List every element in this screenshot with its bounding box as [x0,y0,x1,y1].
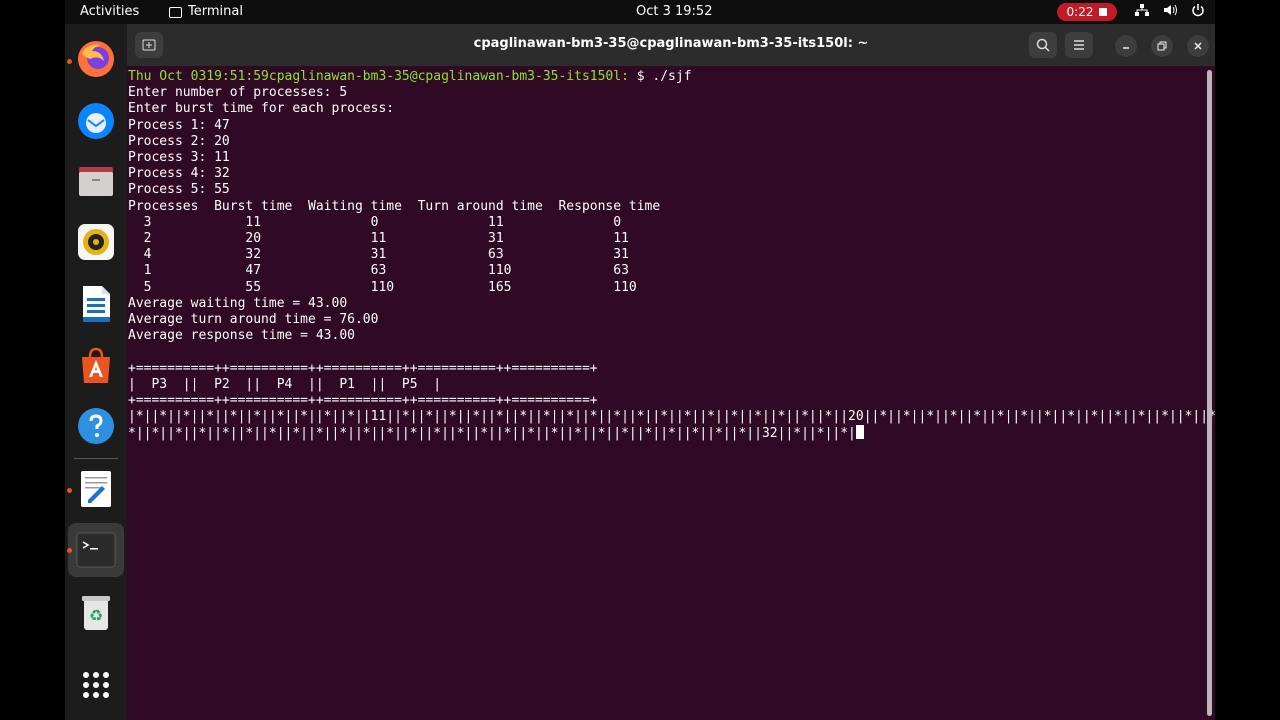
scrollbar[interactable] [1207,70,1212,716]
terminal-small-icon [169,7,182,18]
output-line: Enter burst time for each process: [128,101,395,117]
help-icon[interactable] [75,405,117,447]
blank-line: ​ [128,344,1215,360]
trash-icon[interactable]: ♻ [75,591,117,633]
libreoffice-writer-icon[interactable] [75,283,117,325]
maximize-button[interactable] [1151,35,1173,57]
desktop: Activities Terminal Oct 3 19:52 0:22 ♻ c… [65,0,1215,720]
table-row: 2 20 11 31 11 [128,231,629,247]
stop-icon [1099,8,1108,16]
close-button[interactable] [1187,35,1209,57]
app-menu-label: Terminal [188,4,243,19]
gantt-timeline-wrap: *||*||*||*||*||*||*||*||*||*||*||*||*||*… [128,425,1215,442]
typed-command: $ ./sjf [636,69,692,84]
dock: ♻ [65,24,127,720]
svg-text:♻: ♻ [89,606,103,625]
running-indicator [67,488,72,493]
average-waiting-time: Average waiting time = 43.00 [128,295,348,311]
minimize-button[interactable] [1115,35,1137,57]
header-bar: cpaglinawan-bm3-35@cpaglinawan-bm3-35-it… [127,24,1215,66]
output-line: Process 1: 47 [128,117,230,133]
thunderbird-icon[interactable] [75,100,117,142]
terminal-output[interactable]: Thu Oct 0319:51:59cpaglinawan-bm3-35@cpa… [128,69,1215,443]
gantt-border: +==========++==========++==========++===… [128,360,598,376]
terminal-icon[interactable] [75,529,117,571]
search-icon [1036,38,1050,52]
average-turnaround-time: Average turn around time = 76.00 [128,312,379,328]
files-icon[interactable] [75,160,117,202]
table-header: Processes Burst time Waiting time Turn a… [128,198,661,214]
recording-indicator[interactable]: 0:22 [1057,3,1117,21]
gantt-timeline: |*||*||*||*||*||*||*||*||*||*||11||*||*|… [128,409,1215,425]
power-icon [1191,3,1205,17]
text-cursor [855,425,864,440]
restore-icon [1157,41,1167,51]
activities-button[interactable]: Activities [80,4,139,19]
shell-prompt: Thu Oct 0319:51:59cpaglinawan-bm3-35@cpa… [128,69,629,84]
rhythmbox-icon[interactable] [75,221,117,263]
running-indicator [67,548,72,553]
text-editor-icon[interactable] [75,468,117,510]
terminal-window: cpaglinawan-bm3-35@cpaglinawan-bm3-35-it… [127,24,1215,720]
output-line: Process 3: 11 [128,150,230,166]
table-row: 1 47 63 110 63 [128,263,629,279]
top-bar: Activities Terminal Oct 3 19:52 0:22 [65,0,1215,24]
search-button[interactable] [1029,32,1057,58]
volume-icon [1163,3,1177,17]
minimize-icon [1123,47,1129,49]
running-indicator [67,59,72,64]
menu-button[interactable] [1065,32,1093,58]
hamburger-icon [1074,40,1084,50]
clock[interactable]: Oct 3 19:52 [636,4,712,19]
system-tray[interactable] [1135,3,1205,17]
average-response-time: Average response time = 43.00 [128,328,355,344]
output-line: Process 4: 32 [128,166,230,182]
show-apps-icon[interactable] [75,664,117,706]
firefox-icon[interactable] [75,38,117,80]
app-menu[interactable]: Terminal [169,4,243,19]
gantt-border: +==========++==========++==========++===… [128,393,598,409]
dock-separator [74,458,118,459]
output-line: Enter number of processes: 5 [128,85,348,101]
table-row: 3 11 0 11 0 [128,214,622,230]
close-icon [1194,42,1202,50]
command-line: Thu Oct 0319:51:59cpaglinawan-bm3-35@cpa… [128,69,1215,85]
table-row: 4 32 31 63 31 [128,247,629,263]
network-icon [1135,3,1149,17]
gantt-processes: | P3 || P2 || P4 || P1 || P5 | [128,376,442,392]
table-row: 5 55 110 165 110 [128,279,637,295]
app-center-icon[interactable] [75,344,117,386]
recording-time: 0:22 [1066,5,1094,19]
output-line: Process 5: 55 [128,182,230,198]
output-line: Process 2: 20 [128,133,230,149]
